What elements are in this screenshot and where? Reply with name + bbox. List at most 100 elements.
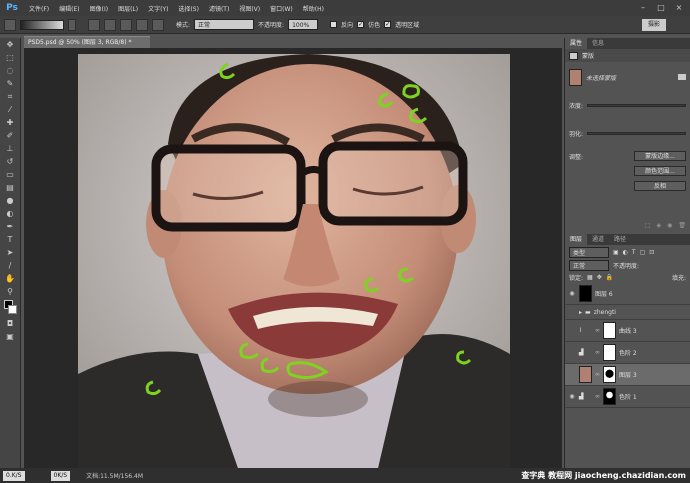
reflected-gradient-icon[interactable] [136,18,148,31]
folder-icon: ▬ [585,308,591,316]
tab-paths[interactable]: 路径 [609,234,631,245]
visibility-icon[interactable]: ◉ [667,222,672,229]
tab-properties[interactable]: 属性 [565,38,588,49]
menu-type[interactable]: 文字(Y) [143,4,173,13]
zoom-tool-icon[interactable]: ⚲ [3,287,18,297]
radial-gradient-icon[interactable] [104,18,116,31]
dodge-tool-icon[interactable]: ◐ [3,209,18,219]
tab-channels[interactable]: 通道 [587,234,609,245]
lock-pixels-icon[interactable]: ▦ [587,274,593,281]
gradient-picker[interactable] [20,19,64,30]
history-brush-tool-icon[interactable]: ↺ [3,157,18,167]
menu-layer[interactable]: 图层(L) [113,4,143,13]
layer-row[interactable]: ▸ ▬ zhengti [565,305,690,320]
quick-mask-icon[interactable]: ◘ [3,319,18,329]
load-selection-icon[interactable]: ⬚ [645,222,651,229]
layer-row[interactable]: ◉ 图层 6 [565,283,690,305]
diamond-gradient-icon[interactable] [152,18,164,31]
document-tab[interactable]: PSD5.psd @ 50% (图层 3, RGB/8) * [24,36,150,48]
options-bar: 模式: 正常 不透明度: 100% 反向 ✓ 仿色 ✓ 透明区域 摄影 [0,16,690,34]
gradient-tool-icon[interactable] [4,18,16,31]
blend-row: 正常 不透明度: [565,259,690,271]
filter-shape-icon[interactable]: ▢ [640,249,646,256]
menu-filter[interactable]: 滤镜(T) [204,4,234,13]
layer-filter-select[interactable]: 类型 [569,246,609,258]
trash-icon[interactable]: 🗑 [678,222,686,229]
filter-smart-icon[interactable]: ⊡ [649,249,654,256]
eye-icon[interactable]: ◉ [568,290,576,297]
eye-icon[interactable]: ◉ [568,393,576,400]
canvas-area[interactable] [24,48,562,468]
marquee-tool-icon[interactable]: ⬚ [3,53,18,63]
crop-tool-icon[interactable]: ⌗ [3,92,18,102]
mask-edge-button[interactable]: 蒙版边缘... [634,151,686,161]
menu-help[interactable]: 帮助(H) [298,4,329,13]
workspace-button[interactable]: 摄影 [641,19,666,31]
chain-icon: ∞ [595,371,600,378]
filter-type-icon[interactable]: T [632,249,636,256]
mode-select[interactable]: 正常 [194,19,255,30]
hand-tool-icon[interactable]: ✋ [3,274,18,284]
apply-mask-icon[interactable]: ◈ [657,222,662,229]
blend-mode-select[interactable]: 正常 [569,259,609,271]
menu-select[interactable]: 选择(S) [173,4,204,13]
lasso-tool-icon[interactable]: ◌ [3,66,18,76]
filter-adjust-icon[interactable]: ◐ [623,249,628,256]
quick-select-tool-icon[interactable]: ✎ [3,79,18,89]
density-label: 浓度: [569,102,584,110]
eraser-tool-icon[interactable]: ▭ [3,170,18,180]
density-slider[interactable] [587,103,686,107]
opacity-field[interactable]: 100% [288,19,319,30]
dither-checkbox[interactable]: ✓ [357,21,365,28]
stubble [268,381,368,417]
layer-row[interactable]: ∞ 图层 3 [565,364,690,386]
feather-slider[interactable] [587,131,686,135]
group-arrow-icon[interactable]: ▸ [579,309,582,316]
lock-row: 锁定: ▦ ✥ 🔒 填充: [565,271,690,283]
close-button[interactable]: × [672,2,686,13]
screen-mode-icon[interactable]: ▣ [3,332,18,342]
layer-mask-thumbnail [603,388,616,405]
layer-row[interactable]: ⌇ ∞ 曲线 3 [565,320,690,342]
photo-canvas[interactable] [78,54,510,468]
linear-gradient-icon[interactable] [88,18,100,31]
color-swatches-icon[interactable] [3,300,18,316]
tab-layers[interactable]: 图层 [565,234,588,245]
filter-pixel-icon[interactable]: ▣ [613,249,619,256]
opacity-label: 不透明度: [258,22,285,29]
clone-stamp-tool-icon[interactable]: ⊥ [3,144,18,154]
maximize-button[interactable]: □ [654,2,668,13]
eyedropper-tool-icon[interactable]: ⁄ [3,105,18,115]
menu-image[interactable]: 图像(I) [85,4,113,13]
healing-brush-tool-icon[interactable]: ✚ [3,118,18,128]
gradient-tool-icon[interactable]: ▤ [3,183,18,193]
move-tool-icon[interactable]: ✥ [3,40,18,50]
layer-name: 色阶 1 [619,394,637,401]
properties-tabs: 属性 信息 [565,38,690,49]
shape-tool-icon[interactable]: / [3,261,18,271]
lock-position-icon[interactable]: ✥ [597,274,602,281]
angle-gradient-icon[interactable] [120,18,132,31]
tab-info[interactable]: 信息 [587,38,609,49]
mask-add-icon[interactable] [678,74,686,80]
layer-row[interactable]: ▟ ∞ 色阶 2 [565,342,690,364]
pen-tool-icon[interactable]: ✒ [3,222,18,232]
path-selection-tool-icon[interactable]: ➤ [3,248,18,258]
blur-tool-icon[interactable]: ● [3,196,18,206]
gradient-dropdown-icon[interactable] [68,18,76,31]
menu-view[interactable]: 视图(V) [234,4,265,13]
minimize-button[interactable]: – [636,2,650,13]
reverse-checkbox[interactable] [330,21,338,28]
lock-all-icon[interactable]: 🔒 [606,274,613,281]
invert-button[interactable]: 反相 [634,181,686,191]
color-range-button[interactable]: 颜色范围... [634,166,686,176]
doc-info: 文档:11.5M/156.4M [86,473,144,480]
type-tool-icon[interactable]: T [3,235,18,245]
layer-row[interactable]: ◉ ▟ ∞ 色阶 1 [565,386,690,408]
menu-window[interactable]: 窗口(W) [265,4,298,13]
transparency-checkbox[interactable]: ✓ [384,21,392,28]
menu-file[interactable]: 文件(F) [24,4,54,13]
watermark: 查字典 教程网 jiaocheng.chazidian.com [521,471,686,480]
menu-edit[interactable]: 编辑(E) [54,4,84,13]
brush-tool-icon[interactable]: ✐ [3,131,18,141]
